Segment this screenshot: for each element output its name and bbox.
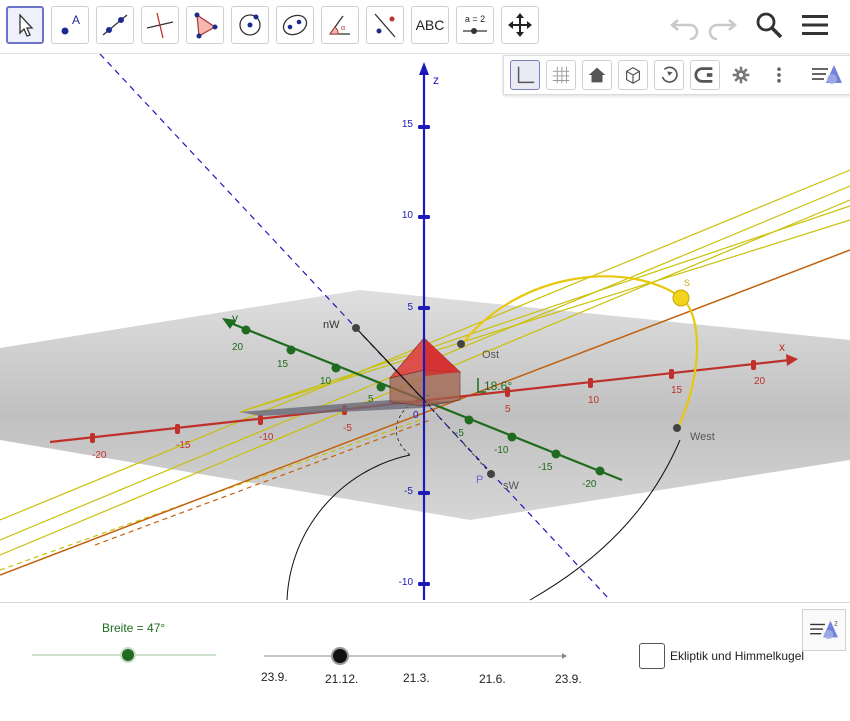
svg-text:2: 2 — [834, 620, 838, 627]
reflect-tool-icon[interactable] — [366, 6, 404, 44]
latitude-slider[interactable] — [30, 645, 220, 665]
svg-text:a = 2: a = 2 — [465, 14, 485, 24]
home-icon[interactable] — [582, 60, 612, 90]
move-view-tool-icon[interactable] — [501, 6, 539, 44]
view-cube-icon[interactable] — [618, 60, 648, 90]
projection-icon[interactable] — [690, 60, 720, 90]
origin-label: 0 — [413, 410, 419, 421]
point-tool-icon[interactable]: A — [51, 6, 89, 44]
point-p-label: P — [476, 474, 483, 486]
z-tick-label: 15 — [402, 119, 414, 130]
ecliptic-checkbox-label: Ekliptik und Himmelkugel — [670, 649, 805, 663]
algebra-style-icon[interactable] — [808, 60, 846, 90]
date-slider[interactable] — [258, 645, 578, 667]
x-tick-label: 20 — [754, 376, 766, 387]
point-ost-label: Ost — [482, 349, 499, 361]
z-axis-arrow — [419, 62, 429, 75]
point-sw[interactable] — [487, 470, 495, 478]
z-tick-label: 10 — [402, 210, 414, 221]
menu-icon[interactable] — [798, 8, 832, 42]
angle-label: 18.6° — [484, 379, 512, 393]
algebra-toggle-icon: 2 — [810, 620, 838, 640]
axes-icon[interactable] — [510, 60, 540, 90]
circle-tool-icon[interactable] — [231, 6, 269, 44]
x-tick-label: 5 — [505, 404, 511, 415]
graphics-style-bar — [503, 55, 850, 95]
date-tick-label: 23.9. — [555, 672, 582, 686]
y-axis-label: y — [232, 311, 238, 325]
z-axis-label: z — [433, 73, 439, 87]
text-tool-label: ABC — [415, 17, 445, 33]
search-icon[interactable] — [752, 8, 786, 42]
x-tick-label: -10 — [259, 432, 274, 443]
date-tick-label: 21.12. — [325, 672, 359, 686]
y-tick-label: -5 — [455, 428, 464, 439]
y-tick-label: 10 — [320, 376, 332, 387]
x-tick-label: -15 — [176, 440, 191, 451]
date-tick-label: 23.9. — [261, 670, 288, 684]
text-tool[interactable]: ABC — [411, 6, 449, 44]
rotate-icon[interactable] — [654, 60, 684, 90]
latitude-slider-label: Breite = 47° — [102, 621, 166, 635]
angle-tool-icon[interactable]: α — [321, 6, 359, 44]
svg-text:A: A — [72, 13, 80, 27]
z-tick-label: -5 — [404, 486, 413, 497]
ecliptic-checkbox[interactable] — [639, 643, 665, 669]
slider-tool[interactable]: a = 2 — [456, 6, 494, 44]
y-tick-label: -15 — [538, 462, 553, 473]
move-tool-icon[interactable] — [6, 6, 44, 44]
y-tick-label: -10 — [494, 445, 509, 456]
point-west[interactable] — [673, 424, 681, 432]
perpendicular-tool-icon[interactable] — [141, 6, 179, 44]
point-sw-label: sW — [503, 480, 520, 492]
ellipse-tool-icon[interactable] — [276, 6, 314, 44]
x-tick-label: -5 — [343, 423, 352, 434]
x-tick-label: -20 — [92, 450, 107, 461]
sun-point[interactable] — [672, 289, 690, 307]
latitude-slider-handle[interactable] — [120, 647, 136, 663]
z-tick-label: -10 — [399, 577, 414, 588]
point-nw-label: nW — [323, 319, 340, 331]
grid-icon[interactable] — [546, 60, 576, 90]
sun-label: S — [684, 278, 690, 288]
x-tick-label: 10 — [588, 395, 600, 406]
algebra-view-toggle[interactable]: 2 — [802, 609, 846, 651]
point-ost[interactable] — [457, 340, 465, 348]
date-slider-handle[interactable] — [331, 647, 349, 665]
gear-icon[interactable] — [726, 60, 756, 90]
y-tick-label: -20 — [582, 479, 597, 490]
svg-text:α: α — [341, 25, 345, 32]
date-tick-label: 21.6. — [479, 672, 506, 686]
line-tool-icon[interactable] — [96, 6, 134, 44]
graphics-view-3d[interactable]: y 20 15 10 5 -5 -10 -15 -20 x -20 -15 -1… — [0, 54, 850, 602]
y-tick-label: 15 — [277, 359, 289, 370]
z-tick-label: 5 — [407, 302, 413, 313]
polygon-tool-icon[interactable] — [186, 6, 224, 44]
y-tick-label: 20 — [232, 342, 244, 353]
point-nw[interactable] — [352, 324, 360, 332]
more-icon[interactable] — [764, 60, 794, 90]
toolbar: A α ABC a = 2 — [0, 0, 850, 54]
redo-icon[interactable] — [705, 8, 739, 42]
undo-icon[interactable] — [668, 8, 702, 42]
x-axis-label: x — [779, 340, 785, 354]
point-west-label: West — [690, 431, 715, 443]
x-tick-label: 15 — [671, 385, 683, 396]
date-tick-label: 21.3. — [403, 671, 430, 685]
